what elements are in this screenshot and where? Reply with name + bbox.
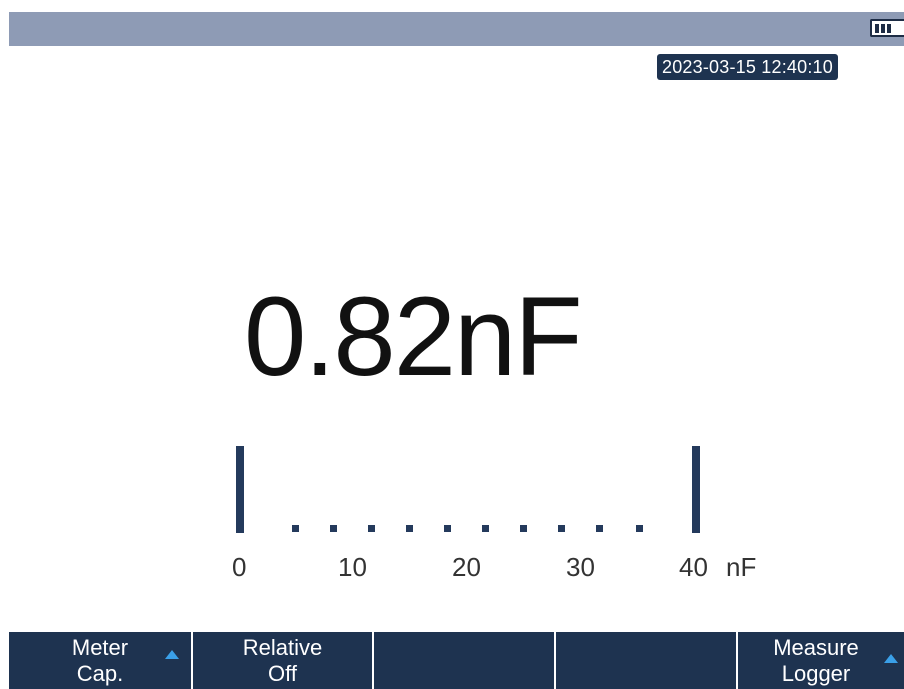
softkey-value: Cap. (76, 661, 124, 686)
scale-label: 0 (232, 552, 247, 582)
scale-unit: nF (726, 552, 757, 582)
scale-minor-tick (596, 525, 603, 532)
scale-label: 20 (452, 552, 481, 582)
scale-minor-tick (482, 525, 489, 532)
softkey-label: Meter (71, 635, 129, 660)
submenu-arrow-icon (165, 650, 179, 659)
scale-label: 30 (566, 552, 595, 582)
scale-label: 10 (338, 552, 367, 582)
submenu-arrow-icon (884, 654, 898, 663)
softkey-measure[interactable]: Measure Logger (738, 632, 904, 689)
softkey-empty-4[interactable] (556, 632, 738, 689)
scale-max-tick (692, 446, 700, 533)
scale-minor-tick (520, 525, 527, 532)
scale-label: 40 (679, 552, 708, 582)
scale-minor-tick (292, 525, 299, 532)
softkey-value: Off (268, 661, 297, 686)
bar-scale: 0 10 20 30 40 nF (0, 0, 904, 620)
scale-minor-tick (330, 525, 337, 532)
softkey-label: Measure (773, 635, 859, 660)
softkey-meter[interactable]: Meter Cap. (9, 632, 193, 689)
scale-minor-tick (444, 525, 451, 532)
softkey-relative[interactable]: Relative Off (193, 632, 374, 689)
softkey-label: Relative (242, 635, 323, 660)
softkey-empty-3[interactable] (374, 632, 556, 689)
scale-minor-tick (636, 525, 643, 532)
softkey-bar: Meter Cap. Relative Off Measure Logger (9, 632, 904, 689)
scale-minor-tick (368, 525, 375, 532)
scale-minor-tick (406, 525, 413, 532)
softkey-value: Logger (781, 661, 851, 686)
scale-minor-tick (558, 525, 565, 532)
scale-min-tick (236, 446, 244, 533)
